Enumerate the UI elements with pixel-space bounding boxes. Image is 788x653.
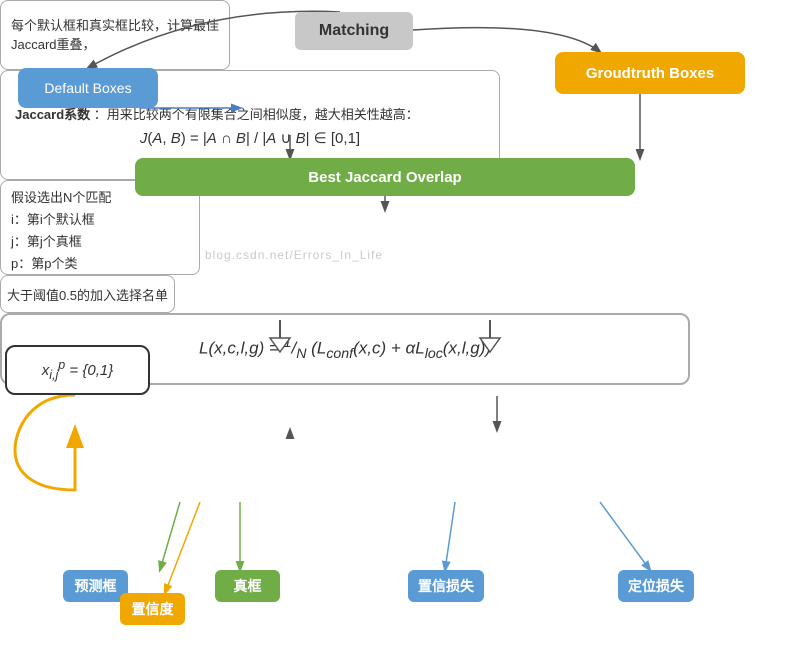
threshold-text: 大于阈值0.5的加入选择名单 (7, 285, 168, 304)
default-boxes: Default Boxes (18, 68, 158, 108)
xij-formula: xi,jp = {0,1} (42, 358, 113, 382)
best-jaccard-box: Best Jaccard Overlap (135, 158, 635, 196)
true-frame-label-box: 真框 (215, 570, 280, 602)
description-box: 每个默认框和真实框比较，计算最佳Jaccard重叠， (0, 0, 230, 70)
groundtruth-boxes: Groudtruth Boxes (555, 52, 745, 94)
groundtruth-boxes-label: Groudtruth Boxes (586, 65, 714, 82)
selector-text: 假设选出N个匹配 i：第i个默认框 j：第j个真框 p：第p个类 (11, 187, 189, 275)
xij-formula-box: xi,jp = {0,1} (5, 345, 150, 395)
default-boxes-label: Default Boxes (44, 80, 131, 96)
confidence-label-box: 置信度 (120, 593, 185, 625)
pred-frame-label: 预测框 (75, 578, 117, 594)
watermark: blog.csdn.net/Errors_In_Life (205, 248, 383, 262)
conf-loss-label: 置信损失 (418, 578, 474, 594)
conf-loss-label-box: 置信损失 (408, 570, 484, 602)
best-jaccard-label: Best Jaccard Overlap (308, 169, 461, 186)
threshold-box: 大于阈值0.5的加入选择名单 (0, 275, 175, 313)
loc-loss-label-box: 定位损失 (618, 570, 694, 602)
matching-box: Matching (295, 12, 413, 50)
matching-label: Matching (319, 22, 389, 40)
jaccard-title: Jaccard系数 (15, 107, 90, 122)
jaccard-formula: J(A, B) = |A ∩ B| / |A ∪ B| ∈ [0,1] (15, 129, 485, 147)
pred-frame-label-box: 预测框 (63, 570, 128, 602)
loc-loss-label: 定位损失 (628, 578, 684, 594)
confidence-label: 置信度 (132, 601, 174, 617)
true-frame-label: 真框 (234, 578, 262, 594)
jaccard-desc: ：用来比较两个有限集合之间相似度，越大相关性越高： (94, 107, 419, 122)
desc-text: 每个默认框和真实框比较，计算最佳Jaccard重叠， (11, 16, 219, 55)
loss-formula: L(x,c,l,g) = 1/N (Lconf(x,c) + αLloc(x,l… (199, 335, 491, 362)
